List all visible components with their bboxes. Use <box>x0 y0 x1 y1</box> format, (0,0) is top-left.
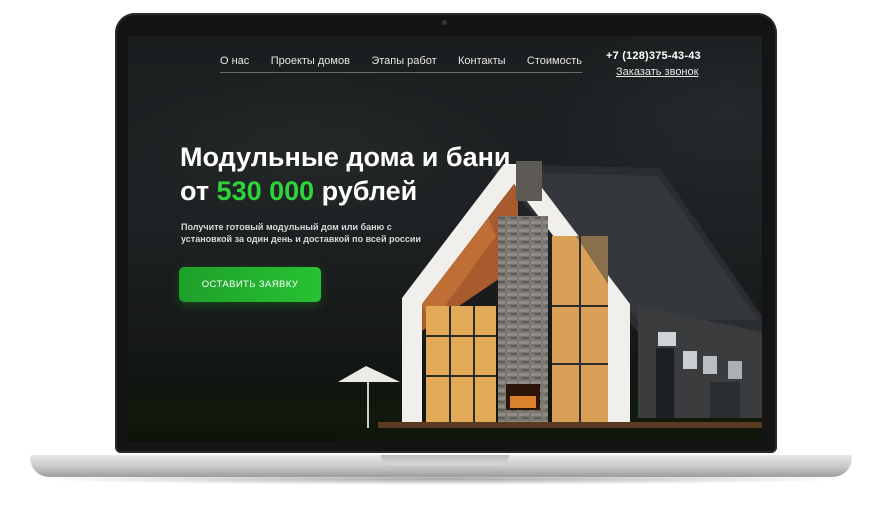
nav-link-pricing[interactable]: Стоимость <box>527 55 582 67</box>
laptop-notch <box>381 455 509 465</box>
main-nav: О нас Проекты домов Этапы работ Контакты… <box>220 50 582 73</box>
nav-link-stages[interactable]: Этапы работ <box>371 55 436 67</box>
hero-title-line2: от 530 000 рублей <box>180 174 511 208</box>
hero-subtitle: Получите готовый модульный дом или баню … <box>181 222 421 244</box>
submit-request-button[interactable]: ОСТАВИТЬ ЗАЯВКУ <box>179 267 321 302</box>
hero-title-line1: Модульные дома и бани <box>180 142 511 172</box>
nav-link-contacts[interactable]: Контакты <box>458 55 506 67</box>
website-screen: О нас Проекты домов Этапы работ Контакты… <box>128 36 762 442</box>
title-suffix: рублей <box>314 176 418 206</box>
camera-icon <box>442 20 447 25</box>
callback-link[interactable]: Заказать звонок <box>616 66 698 78</box>
phone-number[interactable]: +7 (128)375-43-43 <box>606 50 701 62</box>
hero-title: Модульные дома и бани от 530 000 рублей <box>180 140 511 208</box>
title-prefix: от <box>180 176 217 206</box>
price-value: 530 000 <box>216 176 315 206</box>
nav-link-about[interactable]: О нас <box>220 55 249 67</box>
nav-link-projects[interactable]: Проекты домов <box>271 55 350 67</box>
